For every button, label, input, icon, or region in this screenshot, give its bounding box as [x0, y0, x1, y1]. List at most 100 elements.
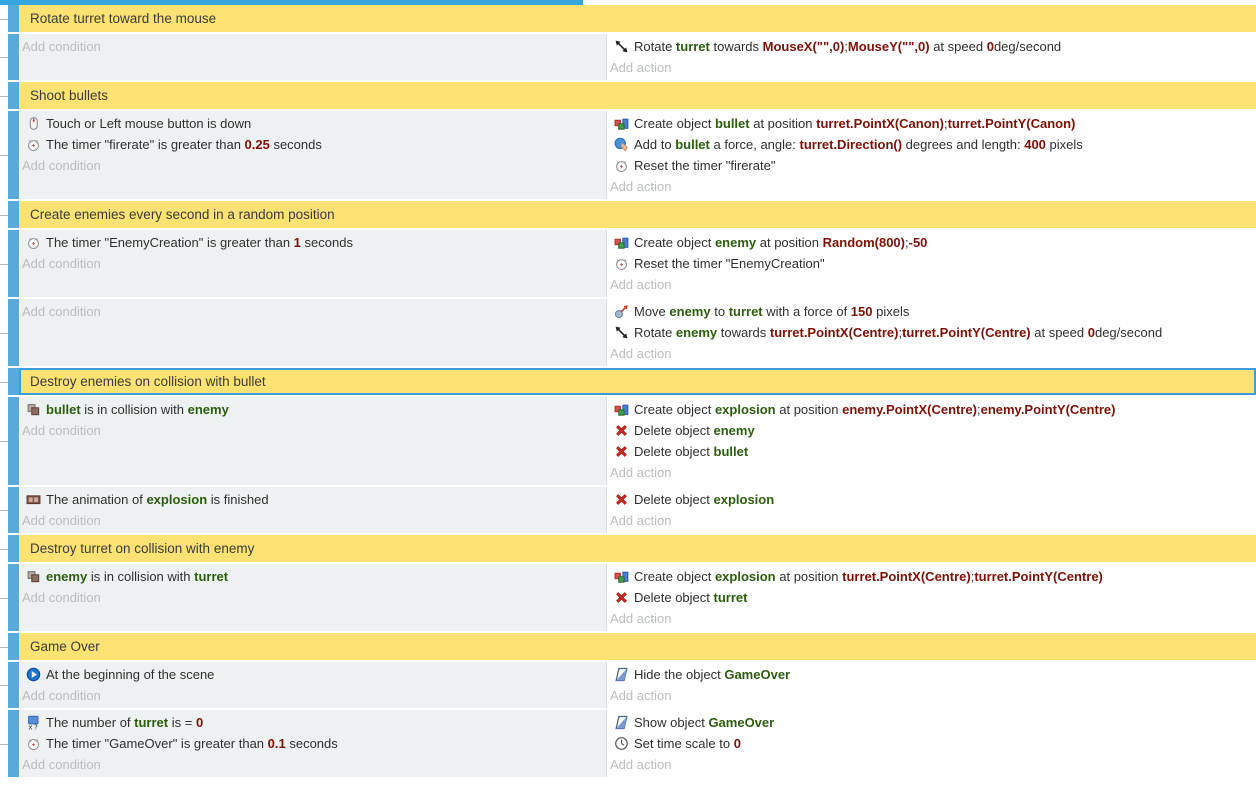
event-handle[interactable] — [8, 5, 19, 32]
event-handle[interactable] — [8, 34, 19, 80]
action-text: Create object enemy at position Random(8… — [634, 235, 927, 250]
tree-connector — [0, 96, 8, 97]
action-line[interactable]: Create object explosion at position enem… — [607, 399, 1256, 420]
event-row: The timer "EnemyCreation" is greater tha… — [0, 230, 1256, 297]
event-columns: At the beginning of the scene Add conditi… — [19, 662, 1256, 708]
add-action-button[interactable]: Add action — [607, 685, 1256, 706]
event-handle[interactable] — [8, 201, 19, 228]
tree-gutter — [0, 368, 8, 395]
delete-icon — [614, 492, 629, 507]
action-line[interactable]: Add to bullet a force, angle: turret.Dir… — [607, 134, 1256, 155]
actions-column: Create object explosion at position enem… — [607, 397, 1256, 485]
event-handle[interactable] — [8, 397, 19, 485]
add-condition-button[interactable]: Add condition — [19, 36, 606, 57]
condition-text: At the beginning of the scene — [46, 667, 214, 682]
tree-gutter — [0, 299, 8, 366]
comment-header[interactable]: Create enemies every second in a random … — [19, 201, 1256, 228]
event-columns: Touch or Left mouse button is downThe ti… — [19, 111, 1256, 199]
condition-text: The timer "GameOver" is greater than 0.1… — [46, 736, 338, 751]
conditions-column: Add condition — [19, 34, 607, 80]
condition-line[interactable]: Touch or Left mouse button is down — [19, 113, 606, 134]
add-action-button[interactable]: Add action — [607, 57, 1256, 78]
collision-icon — [26, 402, 41, 417]
action-line[interactable]: Hide the object GameOver — [607, 664, 1256, 685]
action-line[interactable]: Delete object bullet — [607, 441, 1256, 462]
event-handle[interactable] — [8, 662, 19, 708]
comment-row: Destroy turret on collision with enemy — [0, 535, 1256, 562]
event-handle[interactable] — [8, 535, 19, 562]
comment-header[interactable]: Shoot bullets — [19, 82, 1256, 109]
add-condition-button[interactable]: Add condition — [19, 587, 606, 608]
condition-line[interactable]: x?The number of turret is = 0 — [19, 712, 606, 733]
condition-line[interactable]: enemy is in collision with turret — [19, 566, 606, 587]
action-text: Move enemy to turret with a force of 150… — [634, 304, 909, 319]
event-handle[interactable] — [8, 368, 19, 395]
event-handle[interactable] — [8, 487, 19, 533]
tree-gutter — [0, 5, 8, 32]
add-action-button[interactable]: Add action — [607, 343, 1256, 364]
action-line[interactable]: Delete object explosion — [607, 489, 1256, 510]
event-handle[interactable] — [8, 111, 19, 199]
action-line[interactable]: Reset the timer "firerate" — [607, 155, 1256, 176]
add-condition-button[interactable]: Add condition — [19, 301, 606, 322]
condition-line[interactable]: The timer "EnemyCreation" is greater tha… — [19, 232, 606, 253]
add-condition-button[interactable]: Add condition — [19, 253, 606, 274]
event-handle[interactable] — [8, 299, 19, 366]
event-handle[interactable] — [8, 633, 19, 660]
event-handle[interactable] — [8, 82, 19, 109]
add-condition-button[interactable]: Add condition — [19, 510, 606, 531]
comment-row: Destroy enemies on collision with bullet — [0, 368, 1256, 395]
action-line[interactable]: Create object enemy at position Random(8… — [607, 232, 1256, 253]
comment-header[interactable]: Destroy turret on collision with enemy — [19, 535, 1256, 562]
action-line[interactable]: Create object bullet at position turret.… — [607, 113, 1256, 134]
comment-header[interactable]: Destroy enemies on collision with bullet — [19, 368, 1256, 395]
tree-gutter — [0, 564, 8, 631]
condition-line[interactable]: bullet is in collision with enemy — [19, 399, 606, 420]
event-sheet: Rotate turret toward the mouse Add condit… — [0, 5, 1256, 777]
condition-line[interactable]: The timer "firerate" is greater than 0.2… — [19, 134, 606, 155]
move-icon — [614, 304, 629, 319]
collision-icon — [26, 569, 41, 584]
action-text: Delete object explosion — [634, 492, 774, 507]
add-condition-button[interactable]: Add condition — [19, 754, 606, 775]
action-line[interactable]: Show object GameOver — [607, 712, 1256, 733]
event-row: At the beginning of the scene Add conditi… — [0, 662, 1256, 708]
add-condition-button[interactable]: Add condition — [19, 685, 606, 706]
add-condition-button[interactable]: Add condition — [19, 420, 606, 441]
play-icon — [26, 667, 41, 682]
condition-line[interactable]: The animation of explosion is finished — [19, 489, 606, 510]
action-line[interactable]: Rotate enemy towards turret.PointX(Centr… — [607, 322, 1256, 343]
conditions-column: bullet is in collision with enemyAdd con… — [19, 397, 607, 485]
rotate-icon — [614, 325, 629, 340]
add-action-button[interactable]: Add action — [607, 510, 1256, 531]
event-handle[interactable] — [8, 564, 19, 631]
add-action-button[interactable]: Add action — [607, 754, 1256, 775]
add-action-button[interactable]: Add action — [607, 176, 1256, 197]
actions-column: Create object enemy at position Random(8… — [607, 230, 1256, 297]
create-object-icon — [614, 116, 629, 131]
timer-icon — [26, 235, 41, 250]
add-action-button[interactable]: Add action — [607, 608, 1256, 629]
action-line[interactable]: Set time scale to 0 — [607, 733, 1256, 754]
add-action-button[interactable]: Add action — [607, 462, 1256, 483]
actions-column: Rotate turret towards MouseX("",0);Mouse… — [607, 34, 1256, 80]
tree-connector — [0, 549, 8, 550]
comment-header[interactable]: Rotate turret toward the mouse — [19, 5, 1256, 32]
add-action-button[interactable]: Add action — [607, 274, 1256, 295]
action-line[interactable]: Delete object turret — [607, 587, 1256, 608]
mouse-icon — [26, 116, 41, 131]
actions-column: Delete object explosion Add action — [607, 487, 1256, 533]
condition-line[interactable]: At the beginning of the scene — [19, 664, 606, 685]
event-handle[interactable] — [8, 230, 19, 297]
add-condition-button[interactable]: Add condition — [19, 155, 606, 176]
comment-header[interactable]: Game Over — [19, 633, 1256, 660]
action-line[interactable]: Create object explosion at position turr… — [607, 566, 1256, 587]
action-line[interactable]: Move enemy to turret with a force of 150… — [607, 301, 1256, 322]
event-handle[interactable] — [8, 710, 19, 777]
condition-line[interactable]: The timer "GameOver" is greater than 0.1… — [19, 733, 606, 754]
timer-icon — [26, 137, 41, 152]
action-line[interactable]: Delete object enemy — [607, 420, 1256, 441]
action-line[interactable]: Reset the timer "EnemyCreation" — [607, 253, 1256, 274]
action-line[interactable]: Rotate turret towards MouseX("",0);Mouse… — [607, 36, 1256, 57]
count-icon: x? — [26, 715, 41, 730]
